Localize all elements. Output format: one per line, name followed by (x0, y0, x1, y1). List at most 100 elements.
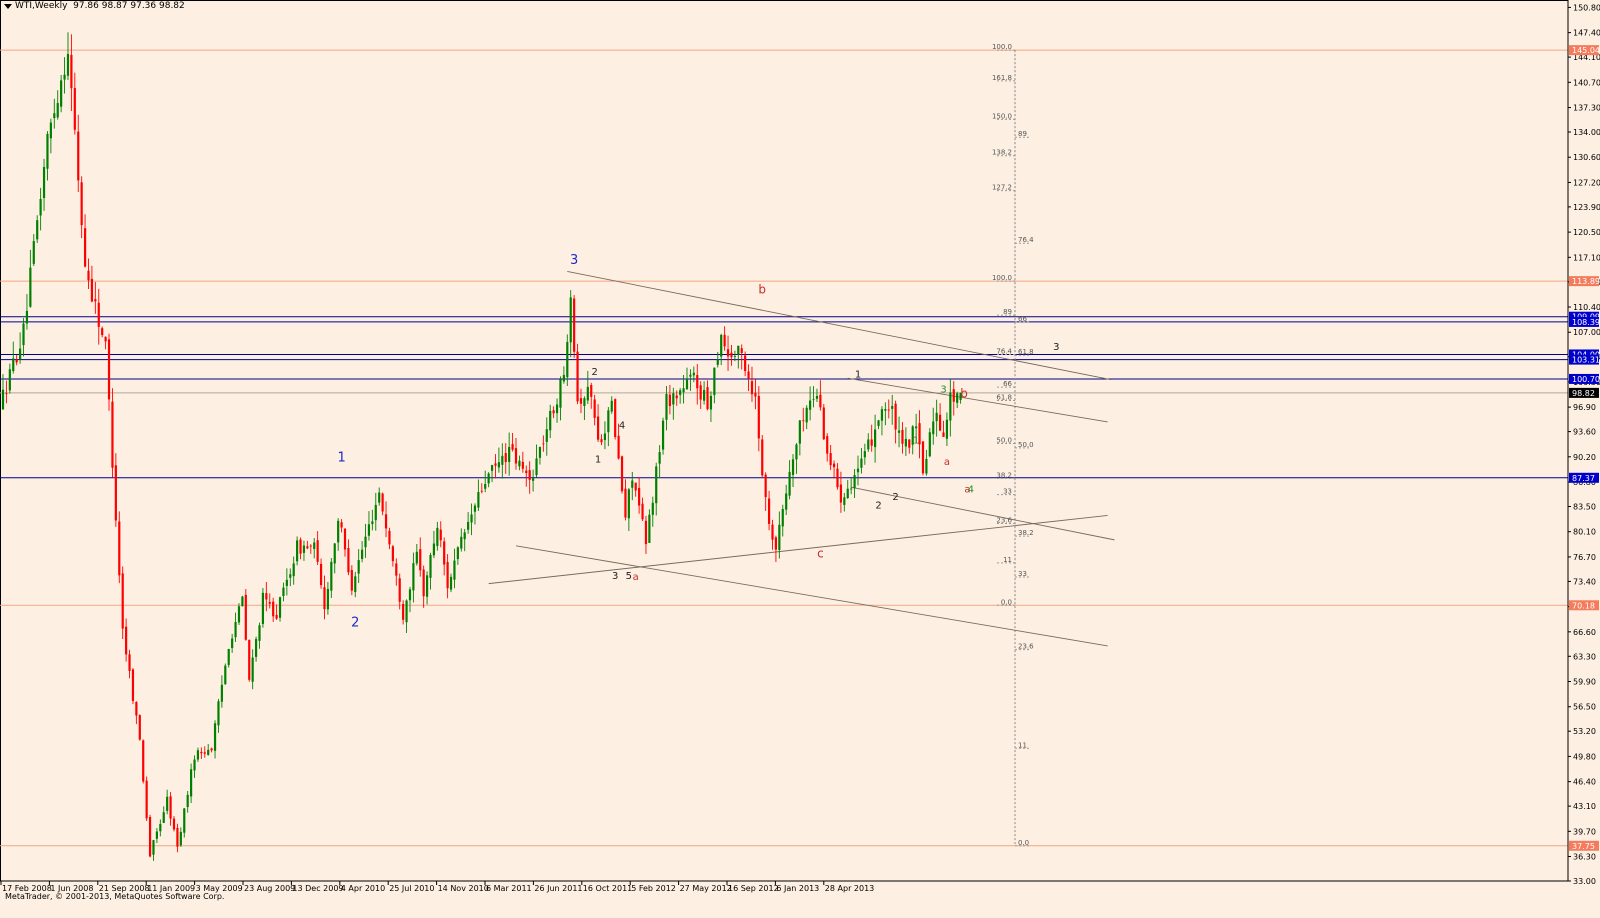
candle[interactable] (22, 318, 25, 357)
candle[interactable] (552, 406, 555, 419)
candle[interactable] (641, 497, 644, 522)
candle[interactable] (343, 528, 347, 557)
candle[interactable] (850, 478, 853, 495)
candle[interactable] (111, 388, 114, 478)
candle[interactable] (569, 290, 572, 358)
candle[interactable] (757, 386, 760, 452)
candle[interactable] (559, 376, 562, 421)
trend-line[interactable] (488, 514, 1108, 585)
candle[interactable] (880, 406, 884, 436)
candle[interactable] (190, 763, 193, 803)
candle[interactable] (166, 789, 169, 815)
candle[interactable] (56, 90, 59, 120)
candle[interactable] (870, 424, 873, 452)
candle[interactable] (747, 364, 750, 392)
candle[interactable] (785, 484, 788, 516)
candle[interactable] (487, 472, 490, 488)
candle[interactable] (152, 839, 155, 861)
candle[interactable] (306, 540, 309, 550)
candle[interactable] (949, 379, 952, 437)
candle[interactable] (938, 403, 942, 432)
candle[interactable] (42, 158, 46, 211)
candle[interactable] (576, 343, 579, 405)
candle[interactable] (340, 519, 343, 533)
candle[interactable] (104, 336, 107, 350)
candle[interactable] (77, 114, 80, 192)
candle[interactable] (535, 444, 538, 478)
candle[interactable] (607, 407, 610, 447)
trend-line[interactable] (515, 545, 1108, 647)
trend-line[interactable] (851, 486, 1115, 541)
candle[interactable] (460, 528, 463, 552)
candle[interactable] (49, 118, 52, 154)
candle[interactable] (203, 746, 206, 758)
candle[interactable] (316, 531, 319, 565)
candle[interactable] (562, 366, 565, 384)
candle[interactable] (193, 755, 196, 778)
candle[interactable] (261, 587, 265, 628)
candle[interactable] (706, 380, 709, 411)
candle[interactable] (518, 455, 521, 471)
candle[interactable] (767, 490, 771, 531)
candle[interactable] (829, 444, 832, 471)
candle[interactable] (846, 479, 849, 499)
candle[interactable] (224, 663, 227, 685)
candle[interactable] (908, 439, 911, 454)
candle[interactable] (296, 536, 299, 566)
candle[interactable] (631, 471, 634, 501)
candle[interactable] (737, 345, 740, 369)
candle[interactable] (220, 675, 223, 708)
candle[interactable] (299, 537, 302, 560)
candle[interactable] (532, 469, 535, 492)
candle[interactable] (600, 434, 603, 446)
candle[interactable] (354, 571, 357, 598)
candle[interactable] (388, 527, 391, 550)
candle[interactable] (925, 449, 928, 476)
candle[interactable] (904, 427, 907, 456)
candle[interactable] (128, 649, 131, 679)
candle[interactable] (819, 380, 822, 411)
candle[interactable] (627, 488, 630, 532)
candle[interactable] (210, 747, 213, 753)
candle[interactable] (644, 515, 648, 555)
candle[interactable] (8, 363, 11, 394)
candle[interactable] (555, 398, 559, 423)
candle[interactable] (39, 187, 42, 231)
candle[interactable] (467, 512, 470, 534)
candle[interactable] (90, 265, 94, 303)
candle[interactable] (364, 523, 367, 558)
candle[interactable] (395, 558, 398, 586)
candle[interactable] (542, 435, 545, 452)
candle[interactable] (720, 333, 723, 366)
price-chart[interactable]: 100.0161.8150.0138.2127.2100.08976.46661… (0, 0, 1600, 914)
candle[interactable] (549, 404, 552, 439)
candle[interactable] (501, 443, 504, 479)
candle[interactable] (791, 454, 795, 488)
candle[interactable] (251, 649, 254, 690)
candle[interactable] (703, 381, 706, 405)
candle[interactable] (822, 403, 825, 441)
candle[interactable] (415, 543, 418, 566)
candle[interactable] (258, 622, 261, 649)
candle[interactable] (815, 388, 819, 403)
candle[interactable] (521, 451, 524, 473)
candle[interactable] (337, 518, 340, 551)
candle[interactable] (1, 374, 5, 410)
candle[interactable] (405, 599, 408, 633)
candle[interactable] (494, 454, 497, 479)
candle[interactable] (63, 57, 66, 94)
candle[interactable] (402, 600, 405, 625)
candle[interactable] (135, 701, 138, 725)
candle[interactable] (853, 469, 856, 498)
candle[interactable] (234, 612, 237, 642)
candle[interactable] (15, 355, 18, 366)
candle[interactable] (412, 552, 415, 603)
candle[interactable] (350, 565, 353, 596)
candle[interactable] (874, 414, 877, 463)
candle[interactable] (282, 582, 285, 602)
candle[interactable] (843, 493, 846, 512)
candle[interactable] (196, 747, 200, 762)
candle[interactable] (25, 294, 29, 330)
candle[interactable] (528, 461, 531, 494)
candle[interactable] (836, 463, 839, 490)
